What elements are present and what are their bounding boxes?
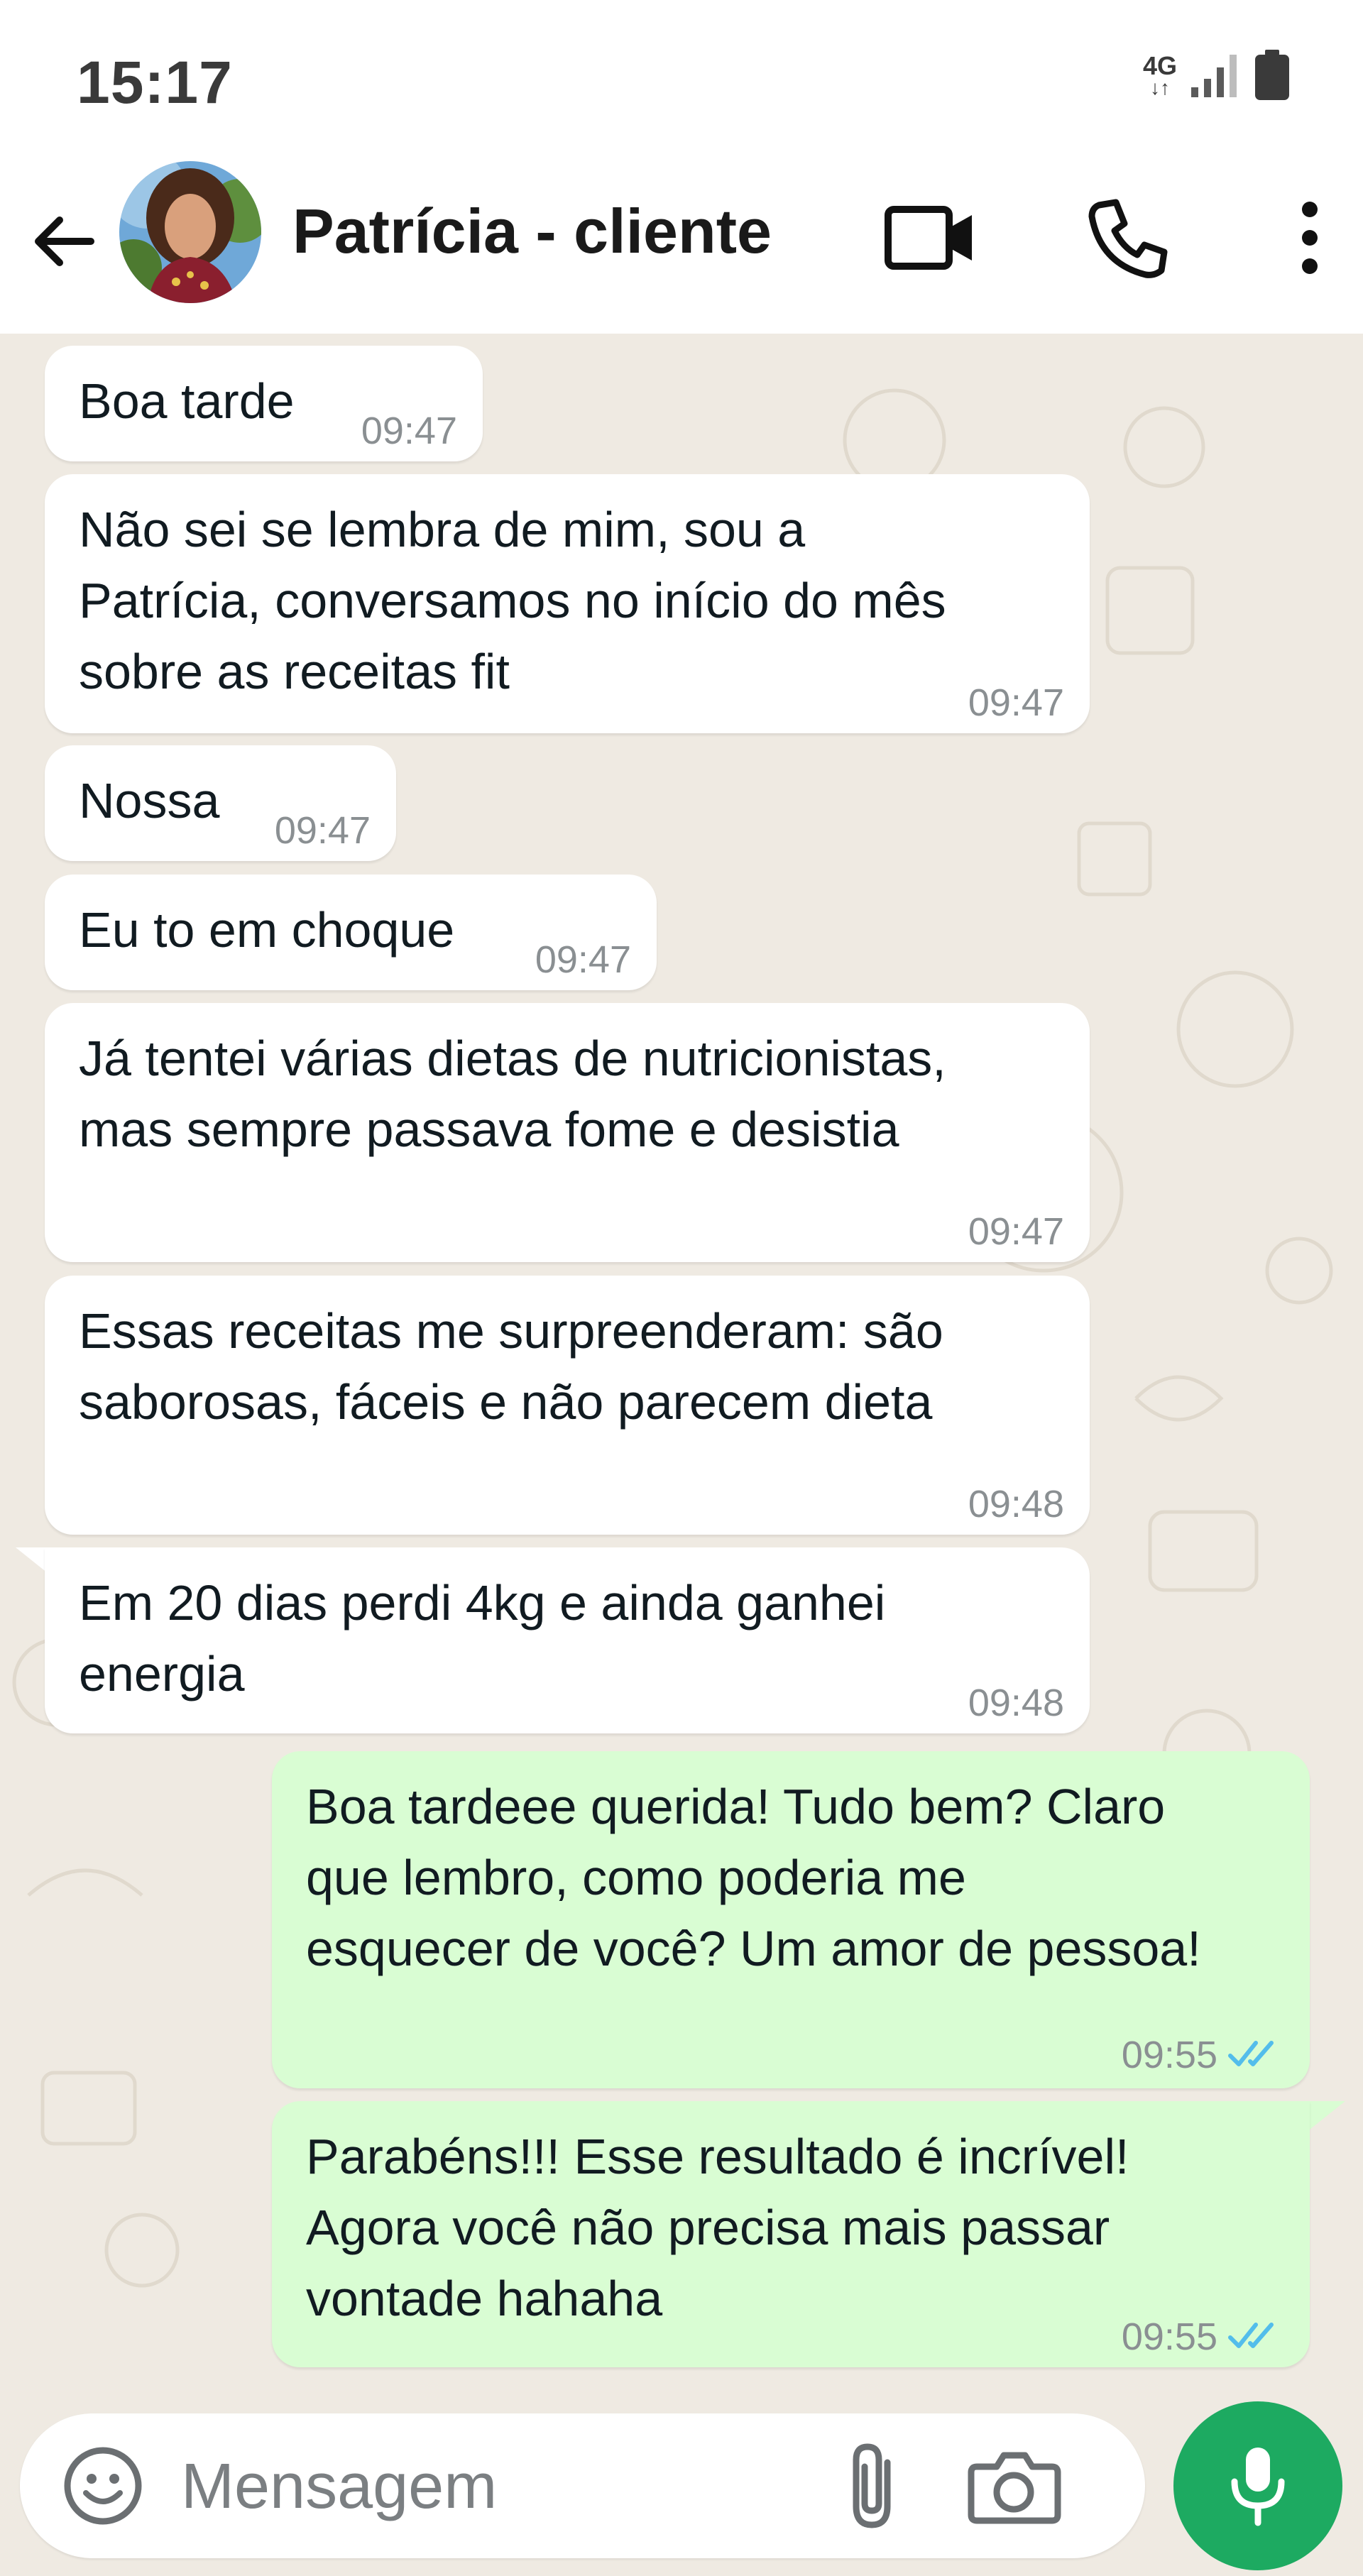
emoji-button[interactable] (59, 2442, 148, 2531)
message-bubble-outgoing[interactable]: Parabéns!!! Esse resultado é incrível! A… (272, 2101, 1310, 2367)
read-ticks-icon (1228, 2323, 1274, 2348)
read-ticks-icon (1228, 2041, 1274, 2066)
bubble-tail (1310, 2101, 1345, 2130)
message-bubble-incoming[interactable]: Já tentei várias dietas de nutricionista… (45, 1003, 1090, 1262)
message-bubble-outgoing[interactable]: Boa tardeee querida! Tudo bem? Claro que… (272, 1751, 1310, 2088)
network-type: 4G (1142, 51, 1177, 80)
microphone-icon (1231, 2448, 1285, 2526)
message-text: Essas receitas me surpreenderam: são sab… (79, 1303, 943, 1430)
message-input[interactable] (180, 2443, 786, 2530)
message-text: Parabéns!!! Esse resultado é incrível! A… (306, 2129, 1129, 2326)
message-text: Não sei se lembra de mim, sou a Patrícia… (79, 502, 946, 699)
network-indicator: 4G ↓↑ (1142, 51, 1177, 99)
message-time: 09:47 (274, 809, 371, 852)
video-camera-icon (885, 206, 972, 270)
message-bubble-incoming[interactable]: Essas receitas me surpreenderam: são sab… (45, 1276, 1090, 1535)
arrow-left-icon (35, 217, 94, 266)
network-arrows: ↓↑ (1149, 77, 1170, 99)
attach-button[interactable] (822, 2438, 929, 2534)
menu-button[interactable] (1271, 185, 1349, 291)
message-box (20, 2413, 1145, 2558)
message-time: 09:47 (535, 938, 631, 981)
more-vertical-icon (1302, 202, 1318, 274)
status-icons: 4G ↓↑ (1143, 48, 1292, 102)
contact-photo (119, 161, 261, 303)
message-time: 09:47 (968, 681, 1064, 724)
message-bubble-incoming[interactable]: Boa tarde 09:47 (45, 346, 483, 461)
battery-icon (1255, 50, 1289, 100)
message-time: 09:55 (1121, 2034, 1217, 2076)
message-time: 09:55 (1121, 2315, 1217, 2358)
voice-call-button[interactable] (1079, 185, 1178, 291)
message-time: 09:48 (968, 1682, 1064, 1724)
contact-avatar[interactable] (119, 161, 261, 303)
back-button[interactable] (21, 195, 106, 287)
chat-area[interactable]: Boa tarde 09:47 Não sei se lembra de mim… (0, 334, 1363, 2396)
message-time: 09:47 (968, 1210, 1064, 1253)
message-bubble-incoming[interactable]: Eu to em choque 09:47 (45, 875, 657, 990)
camera-button[interactable] (957, 2438, 1071, 2534)
message-bubble-incoming[interactable]: Não sei se lembra de mim, sou a Patrícia… (45, 474, 1090, 733)
message-time: 09:47 (361, 410, 457, 452)
message-text: Boa tardeee querida! Tudo bem? Claro que… (306, 1779, 1201, 1976)
message-bubble-incoming[interactable]: Em 20 dias perdi 4kg e ainda ganhei ener… (45, 1547, 1090, 1733)
chat-header: Patrícia - cliente (0, 153, 1363, 334)
message-composer (0, 2396, 1363, 2576)
paperclip-icon (853, 2443, 891, 2528)
message-text: Em 20 dias perdi 4kg e ainda ganhei ener… (79, 1575, 886, 1701)
message-text: Já tentei várias dietas de nutricionista… (79, 1031, 946, 1157)
status-bar: 15:17 4G ↓↑ (0, 0, 1363, 153)
voice-message-button[interactable] (1173, 2401, 1342, 2570)
camera-icon (968, 2452, 1061, 2524)
signal-bars-icon (1191, 55, 1237, 97)
video-call-button[interactable] (873, 185, 987, 291)
phone-icon (1088, 199, 1168, 278)
status-time: 15:17 (77, 49, 233, 116)
emoji-icon (64, 2447, 142, 2525)
contact-name[interactable]: Patrícia - cliente (292, 195, 772, 268)
message-bubble-incoming[interactable]: Nossa 09:47 (45, 745, 396, 861)
message-time: 09:48 (968, 1483, 1064, 1525)
